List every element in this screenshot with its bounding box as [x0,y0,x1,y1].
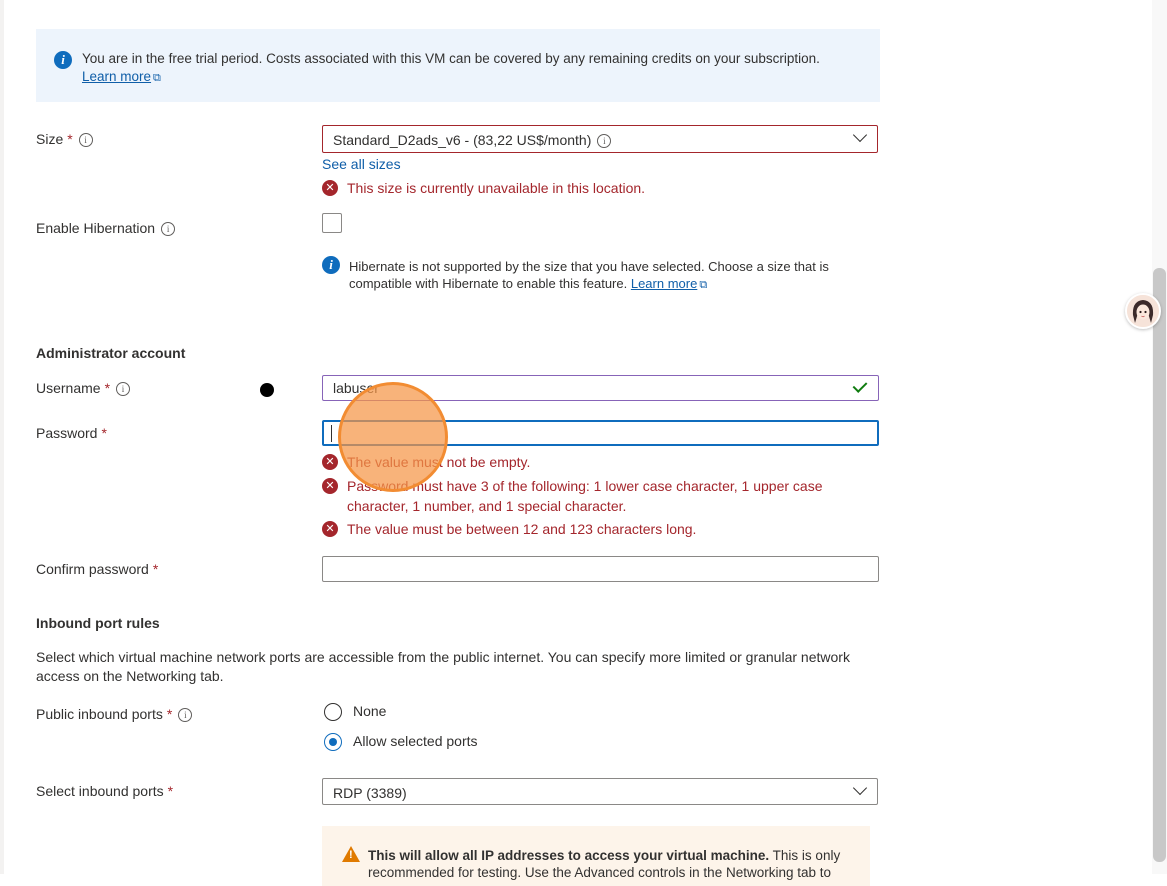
radio-none[interactable] [324,703,342,721]
hibernation-label: Enable Hibernation [36,220,156,236]
external-link-icon: ⧉ [153,72,161,84]
password-error-complexity: Password must have 3 of the following: 1… [347,478,823,514]
warning-message: This will allow all IP addresses to acce… [368,847,858,881]
public-inbound-label: Public inbound ports [36,706,163,722]
inbound-ports-value: RDP (3389) [333,785,407,801]
text-caret [331,425,332,442]
username-label: Username [36,380,101,396]
info-icon[interactable]: i [161,222,176,237]
banner-text: You are in the free trial period. Costs … [82,51,820,66]
status-dot [260,383,274,397]
banner-learn-more-link[interactable]: Learn more [82,69,151,84]
radio-allow-selected-ports[interactable] [324,733,342,751]
warning-bold-text: This will allow all IP addresses to acce… [368,848,770,863]
error-icon: ✕ [322,454,338,470]
confirm-password-label-row: Confirm password * [36,561,158,577]
required-marker: * [152,561,159,577]
hibernation-learn-more-link[interactable]: Learn more [631,276,697,291]
hibernation-note: Hibernate is not supported by the size t… [349,258,869,294]
inbound-description: Select which virtual machine network por… [36,649,850,684]
confirm-password-input[interactable] [322,556,879,582]
size-label: Size [36,131,64,147]
error-icon: ✕ [322,478,338,494]
required-marker: * [166,706,173,722]
left-edge [0,0,4,874]
enable-hibernation-checkbox[interactable] [322,213,342,233]
password-label: Password [36,425,98,441]
hibernation-note-text: Hibernate is not supported by the size t… [349,259,829,291]
external-link-icon: ⧉ [699,279,708,291]
error-icon: ✕ [322,180,338,196]
radio-selected-dot [328,737,337,746]
select-inbound-label: Select inbound ports [36,783,164,799]
size-error-message: This size is currently unavailable in th… [347,180,646,196]
public-inbound-label-row: Public inbound ports * i [36,706,193,723]
password-error-length: The value must be between 12 and 123 cha… [347,521,697,537]
radio-none-label[interactable]: None [353,703,386,719]
info-icon: i [54,51,72,69]
chevron-down-icon [852,127,868,143]
top-edge [0,0,1167,8]
avatar-icon [1127,295,1159,327]
inbound-ports-dropdown[interactable]: RDP (3389) [322,778,878,805]
required-marker: * [67,131,73,147]
size-value: Standard_D2ads_v6 - (83,22 US$/month) [333,132,592,148]
select-inbound-label-row: Select inbound ports * [36,783,173,799]
size-dropdown[interactable]: Standard_D2ads_v6 - (83,22 US$/month) i [322,125,878,153]
required-marker: * [167,783,174,799]
username-label-row: Username * i [36,380,131,397]
size-dropdown-value-row: Standard_D2ads_v6 - (83,22 US$/month) i [333,132,612,149]
warning-exclamation: ! [349,849,353,861]
size-label-row: Size * i [36,131,93,148]
info-icon: i [322,256,340,274]
info-icon[interactable]: i [597,134,612,149]
info-icon[interactable]: i [78,133,93,148]
inbound-port-rules-heading: Inbound port rules [36,615,160,631]
hibernation-label-row: Enable Hibernation i [36,220,176,237]
error-icon: ✕ [322,521,338,537]
banner-message: You are in the free trial period. Costs … [82,50,862,87]
required-marker: * [104,380,111,396]
info-icon[interactable]: i [178,708,193,723]
confirm-password-label: Confirm password [36,561,149,577]
scrollbar-thumb[interactable] [1153,268,1166,862]
radio-allow-selected-label[interactable]: Allow selected ports [353,733,478,749]
administrator-account-heading: Administrator account [36,345,186,361]
see-all-sizes-link[interactable]: See all sizes [322,156,401,172]
required-marker: * [101,425,107,441]
chevron-down-icon [852,780,868,796]
password-label-row: Password * [36,425,107,441]
assistant-avatar[interactable] [1125,293,1161,329]
info-icon[interactable]: i [116,382,131,397]
click-highlight [338,382,448,492]
